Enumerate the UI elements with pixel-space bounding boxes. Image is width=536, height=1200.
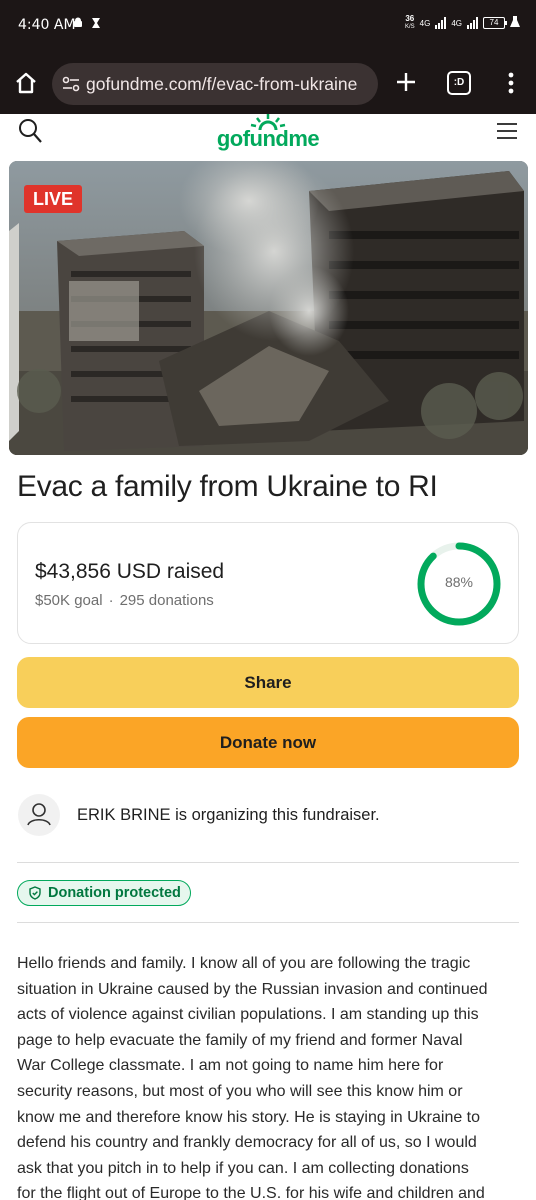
share-button[interactable]: Share [17, 657, 519, 708]
goal-summary: $50K goal · 295 donations [35, 592, 214, 609]
status-left-icons [73, 16, 101, 28]
net-speed: 36 [405, 14, 415, 23]
divider [17, 922, 519, 923]
signal-icon [435, 17, 447, 29]
organizer-text: ERIK BRINE is organizing this fundraiser… [77, 806, 380, 824]
signal-label-1: 4G [419, 18, 431, 28]
story-line: for the flight out of Europe to the U.S.… [17, 1185, 485, 1200]
browser-toolbar: gofundme.com/f/evac-from-ukraine :D [0, 52, 536, 114]
organizer-avatar[interactable] [18, 794, 60, 836]
address-bar[interactable]: gofundme.com/f/evac-from-ukraine [52, 63, 378, 105]
signal-label-2: 4G [451, 18, 462, 28]
donation-protected-badge[interactable]: Donation protected [17, 880, 191, 906]
campaign-hero-image[interactable]: LIVE [9, 161, 528, 455]
story-line: defend his country and frankly democracy… [17, 1134, 477, 1152]
story-line: acts of violence against civilian popula… [17, 1006, 479, 1024]
tab-switcher-button[interactable]: :D [447, 71, 471, 95]
progress-percent: 88% [444, 574, 474, 590]
status-right-icons: 36 K/S 4G 4G 74 [405, 15, 520, 31]
separator: · [108, 592, 114, 609]
site-settings-icon[interactable] [62, 76, 80, 92]
hamburger-menu-icon[interactable] [496, 122, 518, 140]
goal-amount: $50K goal [35, 592, 103, 609]
search-icon[interactable] [18, 118, 42, 144]
battery-icon: 74 [483, 17, 507, 29]
amount-raised: $43,856 USD raised [35, 560, 225, 583]
story-line: security reasons, but most of you who wi… [17, 1082, 463, 1100]
story-line: page to help evacuate the family of my f… [17, 1031, 463, 1049]
url-text[interactable]: gofundme.com/f/evac-from-ukraine [86, 74, 357, 95]
status-time: 4:40 AM [18, 17, 76, 33]
divider [17, 862, 519, 863]
story-line: Hello friends and family. I know all of … [17, 955, 471, 972]
shield-check-icon [29, 886, 41, 900]
campaign-title: Evac a family from Ukraine to RI [17, 470, 438, 503]
flask-icon [510, 16, 520, 30]
donate-now-button[interactable]: Donate now [17, 717, 519, 768]
gofundme-logo[interactable]: gofundme [206, 114, 330, 154]
campaign-story: Hello friends and family. I know all of … [17, 951, 519, 1200]
donation-count: 295 donations [119, 592, 214, 609]
donation-protected-label: Donation protected [48, 885, 181, 901]
live-badge: LIVE [24, 185, 82, 213]
status-bar: 4:40 AM 36 K/S 4G 4G 74 [0, 0, 536, 52]
story-line: situation in Ukraine caused by the Russi… [17, 980, 488, 998]
home-icon[interactable] [14, 71, 38, 95]
story-line: War College classmate. I am not going to… [17, 1057, 444, 1075]
android-icon [73, 16, 83, 28]
destroyed-buildings-image [9, 161, 528, 455]
new-tab-icon[interactable] [394, 70, 418, 94]
hourglass-icon [91, 16, 101, 28]
site-header: gofundme [0, 114, 536, 160]
user-icon [27, 803, 51, 826]
net-unit: K/S [404, 24, 415, 30]
story-line: know me and therefore know his story. He… [17, 1108, 481, 1126]
more-menu-icon[interactable] [501, 71, 521, 95]
story-line: ask that you pitch in to help if you can… [17, 1159, 469, 1177]
donation-progress-card: $43,856 USD raised $50K goal · 295 donatio… [17, 522, 519, 644]
signal-icon-2 [467, 17, 478, 29]
logo-text: gofundme [216, 126, 320, 151]
